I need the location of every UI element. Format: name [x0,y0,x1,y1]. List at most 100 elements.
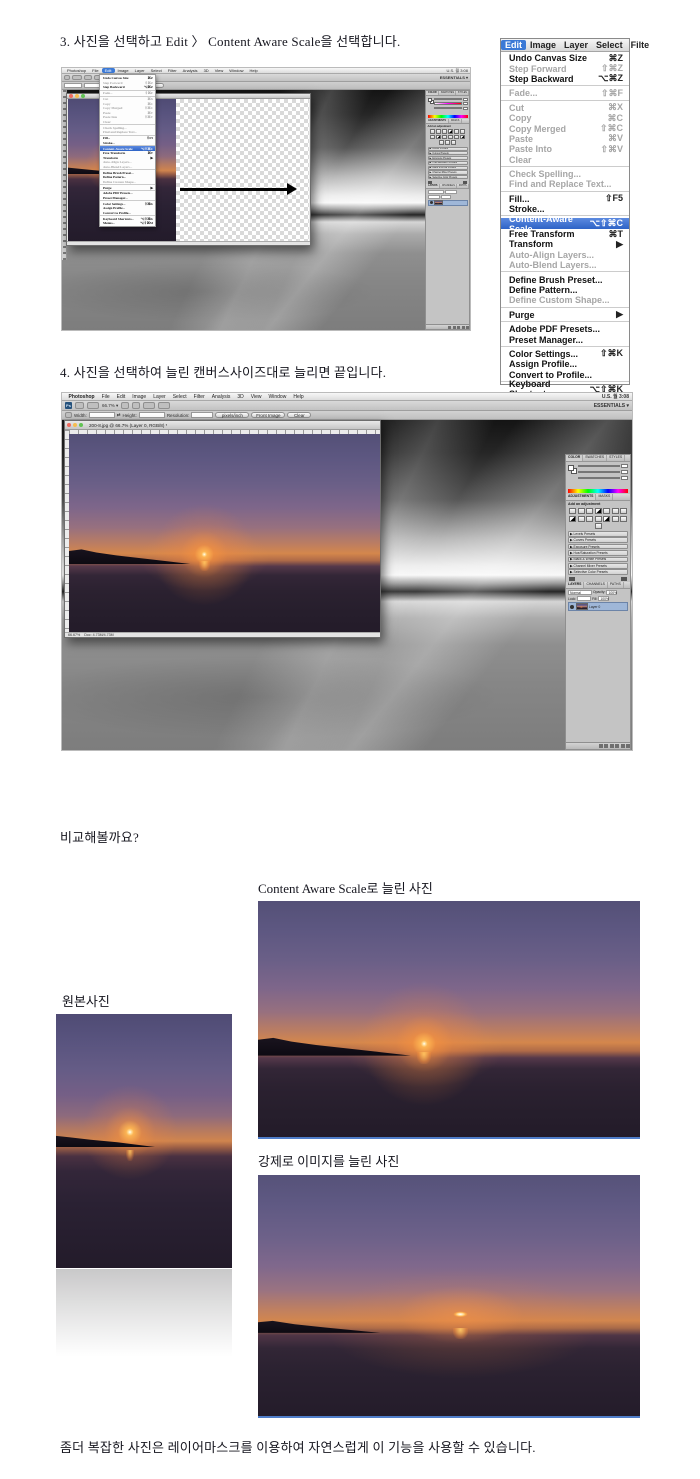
menu-item-adobe-pdf-presets-[interactable]: Adobe PDF Presets... [501,324,629,334]
menu-item-content-aware-scale[interactable]: Content-Aware Scale⌥⇧⌘C [100,146,155,151]
adjustment-icon[interactable] [569,516,576,522]
panel-tab-adjustments[interactable]: ADJUSTMENTS [566,494,596,500]
resolution-unit-select[interactable]: pixels/inch [215,412,249,419]
adjustment-icon[interactable] [595,523,602,529]
menubar-item-edit[interactable]: Edit [501,40,526,50]
layer-visibility-icon[interactable] [430,201,433,204]
adjustment-icon[interactable] [430,129,435,134]
adjustment-icon[interactable] [430,135,435,140]
blend-mode-select[interactable]: Normal [568,590,592,595]
status-zoom[interactable]: 66.67% [68,633,80,637]
adjustment-icon[interactable] [595,516,602,522]
color-spectrum-bar[interactable] [428,115,468,118]
preset-row-channel-mixer-presets[interactable]: ▶Channel Mixer Presets [428,170,468,174]
menu-item-fill-[interactable]: Fill...⇧F5 [501,194,629,204]
panel-tab-paths[interactable]: PATHS [457,184,469,188]
menu-item-define-custom-shape-[interactable]: Define Custom Shape... [501,295,629,305]
preset-row-black-white-presets[interactable]: ▶Black & White Presets [568,557,628,563]
menu-item-clear[interactable]: Clear [501,155,629,165]
menu-item-color-settings-[interactable]: Color Settings...⇧⌘K [501,349,629,359]
adjustment-icon[interactable] [448,129,453,134]
preset-row-hue-saturation-presets[interactable]: ▶Hue/Saturation Presets [568,550,628,556]
menu-item-purge[interactable]: Purge▶ [501,310,629,320]
panel-tab-masks[interactable]: MASKS [449,119,462,123]
clear-button[interactable]: Clear [287,412,311,419]
minimize-icon[interactable] [73,423,77,427]
panel-tab-paths[interactable]: PATHS [608,582,624,588]
panel-tab-color[interactable]: COLOR [426,91,439,95]
view-extras-icon[interactable] [87,402,99,409]
close-icon[interactable] [67,423,71,427]
menubar-item-photoshop[interactable]: Photoshop [64,68,89,73]
adjustment-icon[interactable] [578,508,585,514]
menubar-item-window[interactable]: Window [226,68,246,73]
hand-tool-icon[interactable] [121,402,129,409]
menu-item-content-aware-scale[interactable]: Content-Aware Scale⌥⇧⌘C [501,218,629,228]
adjustment-icon[interactable] [569,508,576,514]
adjustment-icon[interactable] [460,129,465,134]
fg-bg-color-swatch[interactable] [568,465,577,474]
menubar-item-analysis[interactable]: Analysis [208,394,234,400]
menubar-item-layer[interactable]: Layer [132,68,148,73]
menubar-item-file[interactable]: File [89,68,101,73]
menu-item-menus-[interactable]: Menus...⌥⇧⌘M [100,221,155,226]
adjustment-icon[interactable] [612,508,619,514]
adjustment-icon[interactable] [439,140,444,145]
menubar-item-select[interactable]: Select [169,394,190,400]
menu-item-preset-manager-[interactable]: Preset Manager... [501,334,629,344]
preset-row-channel-mixer-presets[interactable]: ▶Channel Mixer Presets [568,563,628,569]
adjustment-icon[interactable] [454,135,459,140]
menu-item-copy-merged[interactable]: Copy Merged⇧⌘C [501,123,629,133]
fill-field[interactable]: 100% [598,596,609,601]
zoom-icon[interactable] [84,75,92,80]
adjustment-icon[interactable] [620,508,627,514]
menu-item-auto-align-layers-[interactable]: Auto-Align Layers... [501,250,629,260]
adjustment-icon[interactable] [586,508,593,514]
zoom-window-icon[interactable] [81,94,85,98]
menu-item-step-backward[interactable]: Step Backward⌥⌘Z [501,74,629,84]
fill-field[interactable] [441,195,451,199]
menubar-item-select[interactable]: Select [148,68,165,73]
menubar-item-filter[interactable]: Filter [190,394,208,400]
layer-row[interactable]: Layer 0 [568,602,628,611]
adjustment-icon[interactable] [460,135,465,140]
panel-tab-swatches[interactable]: SWATCHES [439,91,456,95]
adjustment-icon[interactable] [436,135,441,140]
width-field[interactable] [64,83,82,88]
opacity-field[interactable] [445,190,457,194]
front-image-button[interactable]: Front Image [251,412,285,419]
screen-mode-icon[interactable] [158,402,170,409]
adjustment-icon[interactable] [442,129,447,134]
workspace-switcher[interactable]: ESSENTIALS ▾ [440,75,468,80]
panel-tab-layers[interactable]: LAYERS [426,184,440,188]
menubar-item-image[interactable]: Image [115,68,132,73]
panel-tab-swatches[interactable]: SWATCHES [583,455,607,461]
opacity-field[interactable]: 100% [606,590,617,595]
preset-row-selective-color-presets[interactable]: ▶Selective Color Presets [568,569,628,575]
height-field[interactable] [139,412,165,418]
menu-item-define-brush-preset-[interactable]: Define Brush Preset... [501,274,629,284]
layer-row[interactable] [428,200,468,207]
cyan-slider[interactable] [434,98,462,101]
close-icon[interactable] [69,94,73,98]
menubar-item-edit[interactable]: Edit [113,394,129,400]
menubar-item-3d[interactable]: 3D [234,394,247,400]
adjustment-icon[interactable] [578,516,585,522]
tool-preset-icon[interactable] [72,75,82,80]
preset-row-levels-presets[interactable]: ▶Levels Presets [428,147,468,151]
swap-dims-icon[interactable]: ⇄ [117,412,121,418]
menu-item-cut[interactable]: Cut⌘X [501,103,629,113]
blend-mode-select[interactable] [428,190,444,194]
panel-tab-styles[interactable]: STYLES [456,91,469,95]
preset-row-exposure-presets[interactable]: ▶Exposure Presets [428,156,468,160]
menu-item-auto-blend-layers-[interactable]: Auto-Blend Layers... [501,260,629,270]
adjustment-icon[interactable] [451,140,456,145]
menubar-item-analysis[interactable]: Analysis [180,68,201,73]
magenta-slider[interactable] [434,102,462,105]
preset-row-black-white-presets[interactable]: ▶Black & White Presets [428,166,468,170]
menu-item-find-and-replace-text-[interactable]: Find and Replace Text... [501,179,629,189]
resolution-field[interactable] [191,412,213,418]
menubar-item-help[interactable]: Help [290,394,307,400]
panel-tab-layers[interactable]: LAYERS [566,582,584,588]
menu-item-copy[interactable]: Copy⌘C [501,113,629,123]
